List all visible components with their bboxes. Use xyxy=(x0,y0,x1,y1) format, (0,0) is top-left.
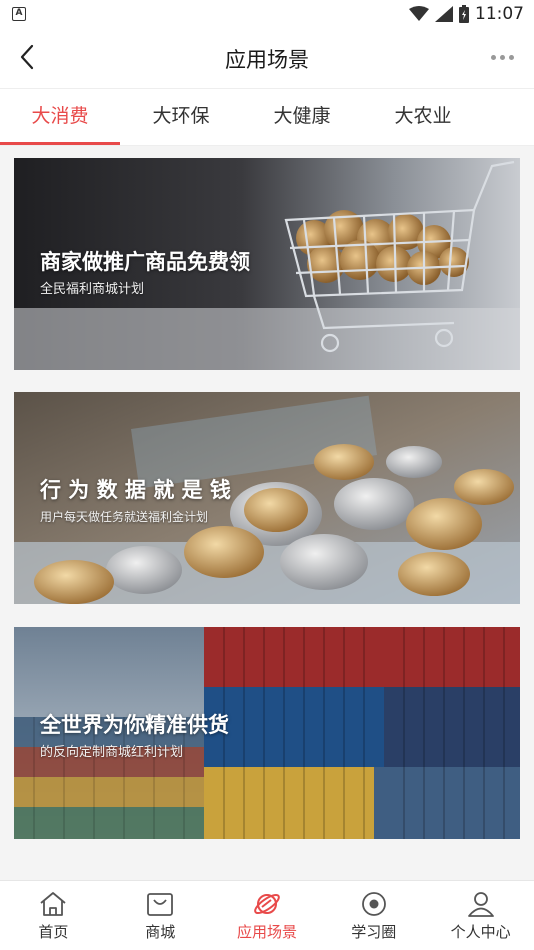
more-dot xyxy=(509,54,514,60)
banner-title: 商家做推广商品免费领 xyxy=(40,250,250,274)
banner-global-supply[interactable]: 全世界为你精准供货 的反向定制商城红利计划 xyxy=(14,627,520,839)
tab-environment[interactable]: 大环保 xyxy=(121,89,241,145)
system-indicators: 11:07 xyxy=(409,4,524,24)
user-icon xyxy=(467,892,494,917)
banner-subtitle: 用户每天做任务就送福利金计划 xyxy=(40,510,209,524)
banner-consumption[interactable]: 商家做推广商品免费领 全民福利商城计划 xyxy=(14,158,520,370)
bottom-nav-profile[interactable]: 个人中心 xyxy=(427,881,534,950)
scene-planet-icon xyxy=(254,893,280,915)
battery-icon xyxy=(459,5,469,23)
wifi-icon xyxy=(409,6,429,21)
notification-icon: A xyxy=(12,7,26,21)
banner-title: 全世界为你精准供货 xyxy=(40,713,229,737)
banner-subtitle: 全民福利商城计划 xyxy=(40,282,145,297)
more-button[interactable] xyxy=(491,46,514,68)
clock: 11:07 xyxy=(475,4,524,24)
tab-more[interactable]: 大 xyxy=(484,89,534,145)
bottom-navigation: 首页 商城 应用场景 学习圈 个人中心 xyxy=(0,880,534,950)
navigation-bar: 应用场景 xyxy=(0,28,534,88)
bottom-nav-label: 应用场景 xyxy=(236,923,297,941)
bottom-nav-label: 商城 xyxy=(145,923,176,941)
signal-icon xyxy=(435,6,453,22)
tab-agriculture[interactable]: 大农业 xyxy=(363,89,483,145)
bottom-nav-label: 首页 xyxy=(38,923,69,941)
banner-subtitle: 的反向定制商城红利计划 xyxy=(40,745,184,760)
bottom-nav-scenes[interactable]: 应用场景 xyxy=(214,881,321,950)
more-dot xyxy=(491,54,496,60)
tab-health[interactable]: 大健康 xyxy=(242,89,362,145)
banner-title: 行 为 数 据 就 是 钱 xyxy=(40,478,231,502)
home-icon xyxy=(40,892,66,916)
bottom-nav-learning[interactable]: 学习圈 xyxy=(320,881,427,950)
banner-behavior-data[interactable]: 行 为 数 据 就 是 钱 用户每天做任务就送福利金计划 xyxy=(14,392,520,604)
target-circle-icon xyxy=(361,892,386,916)
shopping-bag-icon xyxy=(147,893,174,916)
bottom-nav-home[interactable]: 首页 xyxy=(0,881,107,950)
status-bar: A 11:07 xyxy=(0,0,534,28)
page-title: 应用场景 xyxy=(225,48,309,72)
more-dot xyxy=(500,54,505,60)
bottom-nav-mall[interactable]: 商城 xyxy=(107,881,214,950)
category-tabs: 大消费 大环保 大健康 大农业 大 xyxy=(0,88,534,146)
bottom-nav-label: 个人中心 xyxy=(450,923,511,941)
tab-consumption[interactable]: 大消费 xyxy=(0,89,120,145)
bottom-nav-label: 学习圈 xyxy=(351,923,397,941)
